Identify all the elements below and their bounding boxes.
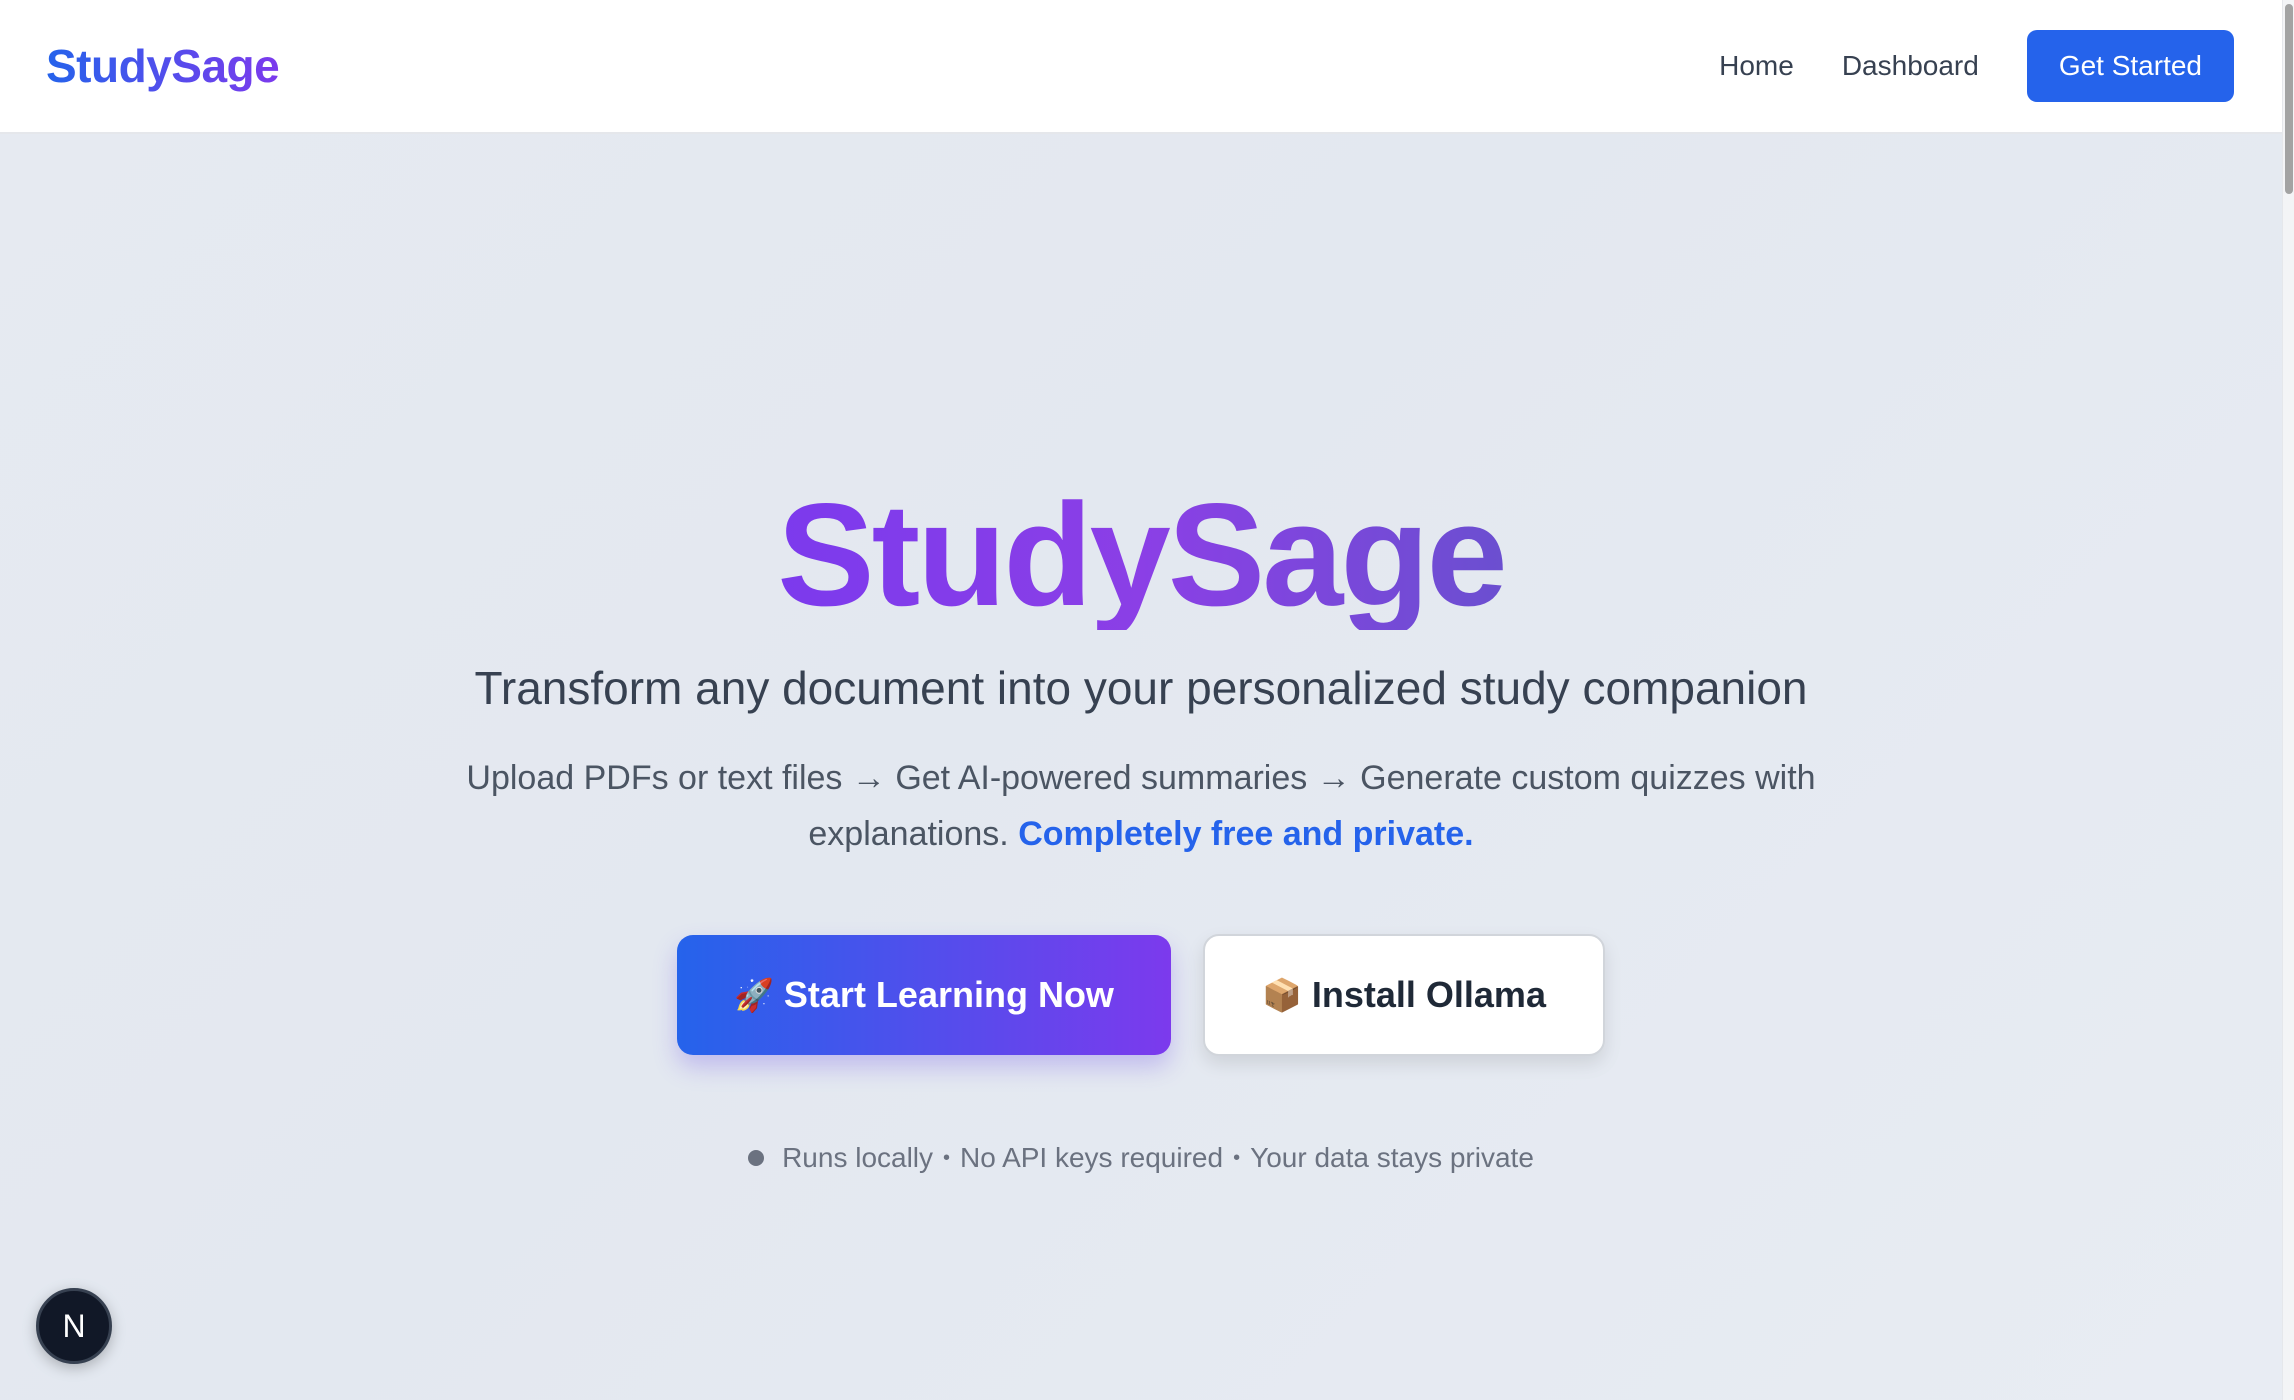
note-separator: • (943, 1146, 951, 1169)
scrollbar-thumb[interactable] (2285, 4, 2293, 194)
top-navbar: StudySage Home Dashboard Get Started (0, 0, 2282, 134)
nav-link-dashboard[interactable]: Dashboard (1842, 50, 1979, 82)
note-runs-locally: Runs locally (782, 1142, 934, 1173)
hero-subtitle: Transform any document into your persona… (474, 662, 1808, 714)
rocket-icon: 🚀 (734, 977, 774, 1013)
brand-logo[interactable]: StudySage (46, 39, 280, 93)
nav-link-home[interactable]: Home (1719, 50, 1794, 82)
hero-title: StudySage (777, 473, 1508, 636)
install-ollama-button[interactable]: 📦 Install Ollama (1203, 934, 1605, 1056)
note-no-api-keys: No API keys required (960, 1142, 1224, 1173)
install-ollama-label: Install Ollama (1311, 974, 1546, 1015)
nextjs-n-icon: N (62, 1307, 86, 1344)
status-dot-icon (748, 1150, 765, 1166)
hero-description-accent: Completely free and private. (1018, 815, 1474, 853)
note-data-private: Your data stays private (1250, 1142, 1534, 1173)
page: StudySage Home Dashboard Get Started Stu… (0, 0, 2282, 1400)
start-learning-label: Start Learning Now (783, 974, 1114, 1015)
page-scrollbar[interactable] (2282, 0, 2294, 1400)
nextjs-dev-badge[interactable]: N (36, 1288, 112, 1364)
hero-description: Upload PDFs or text files → Get AI-power… (451, 750, 1831, 862)
hero-section: StudySage Transform any document into yo… (0, 134, 2282, 1174)
main-nav: Home Dashboard Get Started (1719, 30, 2234, 102)
privacy-notes: Runs locally • No API keys required • Yo… (0, 1142, 2282, 1174)
get-started-button[interactable]: Get Started (2026, 30, 2234, 102)
package-icon: 📦 (1262, 977, 1302, 1013)
note-separator: • (1233, 1146, 1241, 1169)
start-learning-button[interactable]: 🚀 Start Learning Now (677, 935, 1171, 1055)
cta-row: 🚀 Start Learning Now 📦 Install Ollama (0, 934, 2282, 1056)
